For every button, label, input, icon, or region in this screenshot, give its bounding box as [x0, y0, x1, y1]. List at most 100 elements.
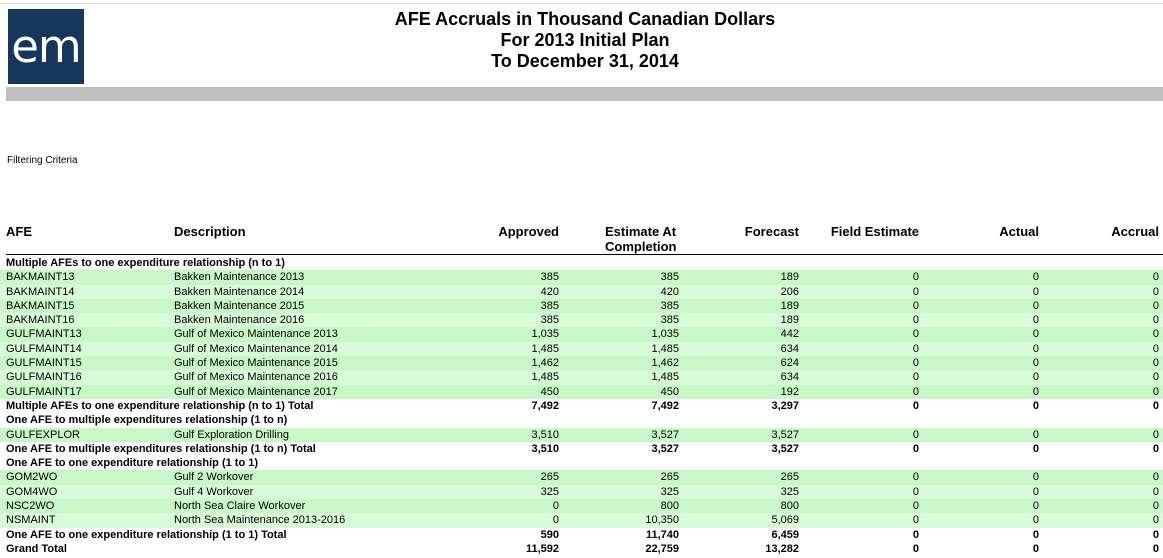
approved-value: 385 [540, 314, 559, 327]
field-estimate-value: 0 [912, 328, 919, 341]
forecast-value: 800 [780, 500, 799, 513]
accrual-value: 0 [1152, 542, 1159, 555]
field-estimate-value: 0 [912, 299, 919, 312]
group-header-row: One AFE to one expenditure relationship … [0, 456, 1163, 470]
actual-value: 0 [1032, 542, 1039, 555]
column-header-actual: Actual [999, 224, 1039, 239]
actual-value: 0 [1032, 371, 1039, 384]
approved-value: 11,592 [525, 542, 559, 555]
approved-value: 3,510 [531, 428, 559, 441]
forecast-value: 192 [780, 385, 799, 398]
accrual-value: 0 [1152, 342, 1159, 355]
forecast-value: 634 [780, 371, 799, 384]
table-row: GULFMAINT15 Gulf of Mexico Maintenance 20… [0, 356, 1163, 371]
table-row: GULFEXPLOR Gulf Exploration Drilling 3,510… [0, 427, 1163, 442]
field-estimate-value: 0 [912, 514, 919, 527]
accrual-value: 0 [1152, 442, 1159, 455]
actual-value: 0 [1032, 314, 1039, 327]
afe-code: NSMAINT [6, 514, 56, 527]
eac-value: 800 [660, 500, 679, 513]
accrual-value: 0 [1152, 485, 1159, 498]
actual-value: 0 [1032, 271, 1039, 284]
field-estimate-value: 0 [912, 314, 919, 327]
eac-value: 10,350 [645, 514, 679, 527]
actual-value: 0 [1032, 485, 1039, 498]
afe-description: Bakken Maintenance 2015 [174, 299, 305, 312]
accrual-value: 0 [1152, 500, 1159, 513]
field-estimate-value: 0 [912, 485, 919, 498]
field-estimate-value: 0 [912, 385, 919, 398]
accrual-value: 0 [1152, 385, 1159, 398]
table-row: GULFMAINT17 Gulf of Mexico Maintenance 20… [0, 384, 1163, 399]
afe-description: Gulf 2 Workover [174, 471, 254, 484]
approved-value: 265 [540, 471, 559, 484]
group-label: One AFE to one expenditure relationship … [6, 457, 259, 470]
accrual-value: 0 [1152, 271, 1159, 284]
column-header-approved: Approved [498, 224, 559, 239]
forecast-value: 189 [780, 271, 799, 284]
table-row: GULFMAINT13 Gulf of Mexico Maintenance 20… [0, 327, 1163, 342]
forecast-value: 206 [780, 285, 799, 298]
approved-value: 1,485 [531, 342, 559, 355]
afe-description: Bakken Maintenance 2013 [174, 271, 305, 284]
afe-description: Gulf 4 Workover [174, 485, 254, 498]
forecast-value: 265 [780, 471, 799, 484]
column-header-field-estimate: Field Estimate [830, 224, 919, 239]
approved-value: 1,462 [531, 357, 559, 370]
approved-value: 3,510 [531, 442, 559, 455]
forecast-value: 3,527 [771, 428, 799, 441]
afe-code: NSC2WO [6, 500, 55, 513]
total-row: Multiple AFEs to one expenditure relatio… [0, 399, 1163, 413]
forecast-value: 442 [780, 328, 799, 341]
field-estimate-value: 0 [912, 371, 919, 384]
report-title: AFE Accruals in Thousand Canadian Dollar… [260, 9, 910, 72]
field-estimate-value: 0 [912, 500, 919, 513]
column-header-description: Description [174, 224, 246, 239]
eac-value: 11,740 [645, 528, 679, 541]
table-row: BAKMAINT14 Bakken Maintenance 2014 420 420 2… [0, 284, 1163, 299]
actual-value: 0 [1032, 514, 1039, 527]
column-header-accrual: Accrual [1111, 224, 1159, 239]
forecast-value: 5,069 [771, 514, 799, 527]
approved-value: 385 [540, 299, 559, 312]
afe-description: Bakken Maintenance 2014 [174, 285, 305, 298]
approved-value: 385 [540, 271, 559, 284]
field-estimate-value: 0 [912, 271, 919, 284]
afe-code: GULFEXPLOR [6, 428, 80, 441]
report-table-body: Multiple AFEs to one expenditure relatio… [0, 256, 1163, 556]
column-header-forecast: Forecast [744, 224, 799, 239]
field-estimate-value: 0 [912, 442, 919, 455]
column-header-estimate-at-completion: Estimate At Completion [605, 224, 677, 254]
eac-value: 3,527 [651, 442, 679, 455]
field-estimate-value: 0 [912, 399, 919, 412]
total-row: Grand Total 11,592 22,759 13,282 0 0 0 [0, 542, 1163, 556]
forecast-value: 624 [780, 357, 799, 370]
field-estimate-value: 0 [912, 471, 919, 484]
column-header-afe: AFE [6, 224, 32, 239]
actual-value: 0 [1032, 342, 1039, 355]
eac-value: 385 [660, 271, 679, 284]
eac-value: 265 [660, 471, 679, 484]
eac-value: 1,485 [651, 371, 679, 384]
total-label: One AFE to multiple expenditures relatio… [6, 442, 316, 455]
group-label: Multiple AFEs to one expenditure relatio… [6, 257, 285, 269]
company-logo: em [8, 9, 84, 84]
accrual-value: 0 [1152, 428, 1159, 441]
afe-code: GULFMAINT13 [6, 328, 82, 341]
afe-code: BAKMAINT16 [6, 314, 75, 327]
field-estimate-value: 0 [912, 542, 919, 555]
eac-value: 325 [660, 485, 679, 498]
actual-value: 0 [1032, 328, 1039, 341]
afe-code: GOM4WO [6, 485, 58, 498]
afe-description: Gulf of Mexico Maintenance 2017 [174, 385, 338, 398]
approved-value: 1,485 [531, 371, 559, 384]
eac-value: 7,492 [651, 399, 679, 412]
header-divider-bar [6, 87, 1163, 101]
forecast-value: 325 [780, 485, 799, 498]
total-row: One AFE to multiple expenditures relatio… [0, 442, 1163, 456]
field-estimate-value: 0 [912, 285, 919, 298]
afe-code: GOM2WO [6, 471, 58, 484]
table-row: NSC2WO North Sea Claire Workover 0 800 800 0 0… [0, 499, 1163, 514]
afe-description: Gulf Exploration Drilling [174, 428, 289, 441]
accrual-value: 0 [1152, 528, 1159, 541]
